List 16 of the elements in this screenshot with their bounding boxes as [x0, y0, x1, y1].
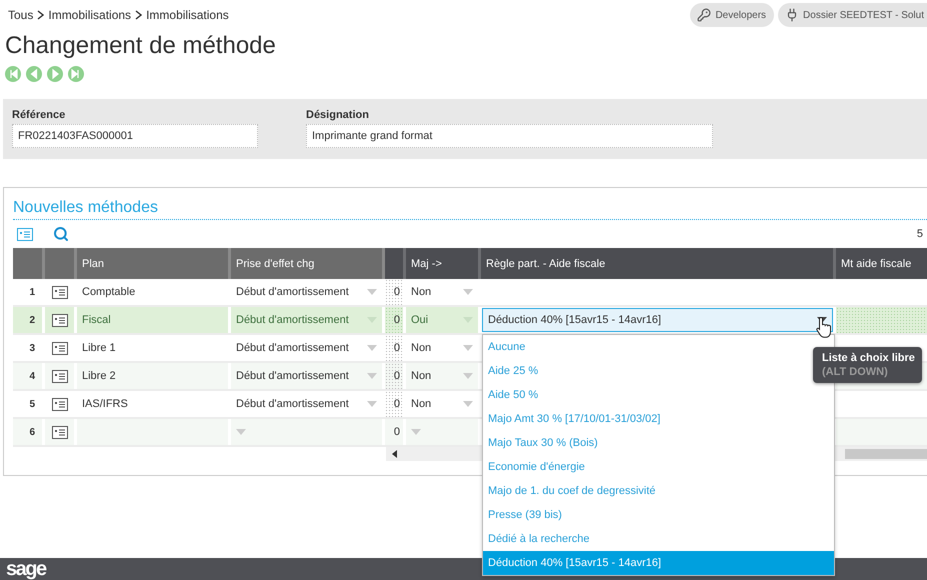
logo: sage [6, 560, 46, 578]
column-header: Mt aide fiscale [836, 248, 927, 279]
page-title: Changement de méthode [5, 32, 277, 60]
field-label: Référence [12, 109, 66, 121]
column-header: Règle part. - Aide fiscale [481, 248, 836, 279]
field-label: Désignation [306, 109, 370, 121]
table-cell: Fiscal [77, 307, 231, 333]
table-cell: 0 [385, 307, 406, 333]
column-header: Maj -> [406, 248, 481, 279]
section-title: Nouvelles méthodes [13, 198, 159, 218]
column-header: Prise d'effet chg [231, 248, 385, 279]
table-cell: 0 [385, 419, 406, 445]
record-count: 5 [916, 228, 923, 240]
table-cell: 0 [385, 363, 406, 389]
table-cell: Libre 2 [77, 363, 231, 389]
column-header: Plan [77, 248, 231, 279]
